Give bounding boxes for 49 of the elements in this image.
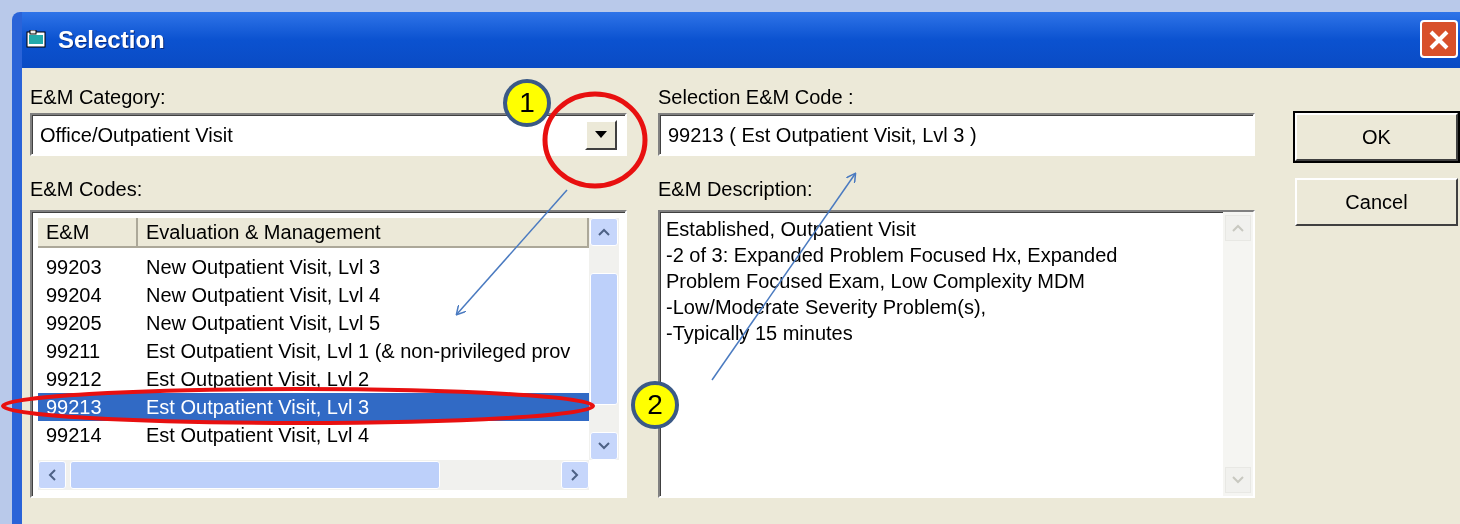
scroll-thumb[interactable] bbox=[590, 273, 618, 405]
code-cell-text: 99204 bbox=[45, 283, 103, 308]
dropdown-button[interactable] bbox=[585, 119, 617, 150]
list-row[interactable]: 99212 Est Outpatient Visit, Lvl 2 bbox=[38, 365, 589, 393]
chevron-down-icon bbox=[598, 442, 610, 450]
scroll-thumb[interactable] bbox=[70, 461, 440, 489]
horizontal-scrollbar[interactable] bbox=[38, 460, 589, 490]
chevron-down-icon bbox=[1232, 476, 1244, 484]
column-header[interactable]: E&M bbox=[38, 218, 138, 248]
dialog-button[interactable]: OK bbox=[1295, 113, 1458, 161]
description-cell-text: New Outpatient Visit, Lvl 5 bbox=[145, 311, 381, 336]
category-dropdown[interactable]: Office/Outpatient Visit bbox=[30, 113, 627, 156]
scroll-left-button[interactable] bbox=[38, 461, 66, 489]
window-icon bbox=[26, 30, 48, 50]
description-cell-text: Est Outpatient Visit, Lvl 4 bbox=[145, 423, 370, 448]
field-label: E&M Codes: bbox=[30, 177, 143, 202]
scroll-up-button[interactable] bbox=[590, 218, 618, 246]
code-cell-text: 99205 bbox=[45, 311, 103, 336]
close-button[interactable] bbox=[1420, 20, 1458, 58]
code-cell-text: 99213 bbox=[45, 395, 103, 420]
vertical-scrollbar[interactable] bbox=[589, 218, 619, 460]
code-cell-text: 99211 bbox=[45, 339, 102, 364]
list-row[interactable]: 99211 Est Outpatient Visit, Lvl 1 (& non-privileged prov bbox=[38, 337, 589, 365]
description-cell-text: Est Outpatient Visit, Lvl 1 (& non-privileged prov bbox=[145, 339, 571, 364]
window-title: Selection bbox=[58, 25, 165, 55]
chevron-left-icon bbox=[48, 469, 56, 481]
description-cell-text: New Outpatient Visit, Lvl 3 bbox=[145, 255, 381, 280]
chevron-up-icon bbox=[598, 228, 610, 236]
description-cell-text: New Outpatient Visit, Lvl 4 bbox=[145, 283, 381, 308]
column-header[interactable]: Evaluation & Management bbox=[138, 218, 589, 248]
code-cell-text: 99203 bbox=[45, 255, 103, 280]
list-row[interactable]: 99204 New Outpatient Visit, Lvl 4 bbox=[38, 281, 589, 309]
caret-icon bbox=[595, 131, 607, 138]
field-label: Selection E&M Code : bbox=[658, 85, 854, 110]
list-row[interactable]: 99203 New Outpatient Visit, Lvl 3 bbox=[38, 253, 589, 281]
description-cell-text: Est Outpatient Visit, Lvl 2 bbox=[145, 367, 370, 392]
dialog-button[interactable]: Cancel bbox=[1295, 178, 1458, 226]
code-cell-text: 99212 bbox=[45, 367, 103, 392]
chevron-up-icon bbox=[1232, 224, 1244, 232]
scroll-down-button[interactable] bbox=[590, 432, 618, 460]
list-row[interactable]: 99205 New Outpatient Visit, Lvl 5 bbox=[38, 309, 589, 337]
field-label: E&M Category: bbox=[30, 85, 166, 110]
scroll-right-button[interactable] bbox=[561, 461, 589, 489]
description-cell-text: Est Outpatient Visit, Lvl 3 bbox=[145, 395, 370, 420]
code-cell-text: 99214 bbox=[45, 423, 103, 448]
field-label: E&M Description: bbox=[658, 177, 813, 202]
chevron-right-icon bbox=[571, 469, 579, 481]
selection-code-field[interactable]: 99213 ( Est Outpatient Visit, Lvl 3 ) bbox=[658, 113, 1255, 156]
list-row[interactable]: 99214 Est Outpatient Visit, Lvl 4 bbox=[38, 421, 589, 449]
